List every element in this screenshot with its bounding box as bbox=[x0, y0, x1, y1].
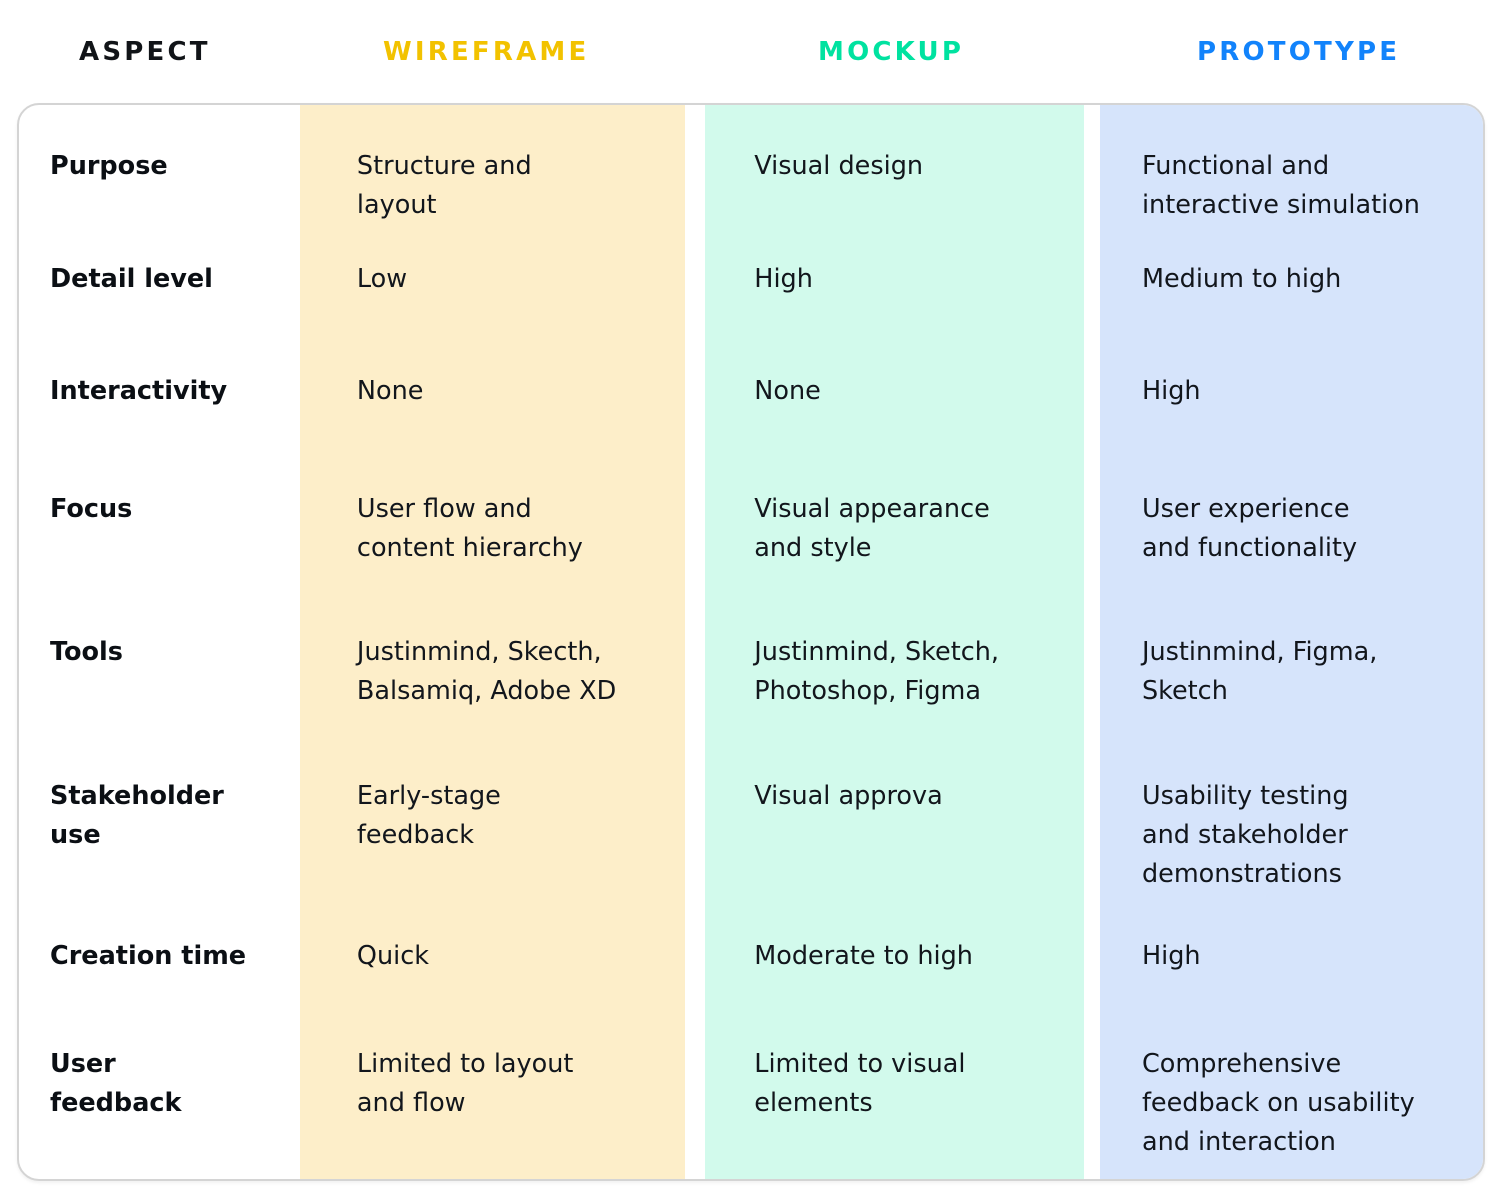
cell-prototype: High bbox=[1141, 941, 1201, 971]
cell-prototype: High bbox=[1141, 376, 1201, 406]
cell-aspect: User feedback bbox=[50, 1049, 182, 1118]
table-row: Purpose Structure and layout Visual design… bbox=[19, 147, 1483, 225]
cell-wireframe: Structure and layout bbox=[356, 151, 532, 220]
cell-mockup: High bbox=[754, 264, 813, 294]
cell-prototype: User experience and functionality bbox=[1141, 494, 1358, 563]
cell-mockup: Visual design bbox=[754, 151, 924, 181]
cell-mockup: Justinmind, Sketch, Photoshop, Figma bbox=[754, 637, 999, 706]
table-body: Purpose Structure and layout Visual design… bbox=[19, 105, 1483, 1179]
cell-prototype: Comprehensive feedback on usability and … bbox=[1141, 1049, 1415, 1157]
cell-mockup: Visual approva bbox=[754, 781, 943, 811]
cell-prototype: Medium to high bbox=[1141, 264, 1342, 294]
cell-mockup: Moderate to high bbox=[754, 941, 973, 971]
cell-wireframe: Justinmind, Skecth, Balsamiq, Adobe XD bbox=[356, 637, 617, 706]
cell-aspect: Purpose bbox=[50, 151, 168, 181]
cell-mockup: Limited to visual elements bbox=[754, 1049, 966, 1118]
table-row: Stakeholder use Early-stage feedback Visua… bbox=[19, 777, 1483, 893]
cell-prototype: Justinmind, Figma, Sketch bbox=[1141, 637, 1378, 706]
cell-wireframe: None bbox=[356, 376, 424, 406]
cell-aspect: Detail level bbox=[50, 264, 213, 294]
table-row: Creation time Quick Moderate to high High bbox=[19, 937, 1483, 976]
table-row: Focus User flow and content hierarchy Visu… bbox=[19, 490, 1483, 568]
comparison-table-page: ASPECT WIREFRAME MOCKUP PROTOTYPE Purpos… bbox=[0, 0, 1500, 1200]
cell-wireframe: Limited to layout and flow bbox=[356, 1049, 574, 1118]
column-header-wireframe: WIREFRAME bbox=[383, 36, 590, 67]
cell-wireframe: Low bbox=[356, 264, 408, 294]
table-row: User feedback Limited to layout and flow L… bbox=[19, 1045, 1483, 1161]
table-header-row: ASPECT WIREFRAME MOCKUP PROTOTYPE bbox=[17, 0, 1485, 103]
cell-prototype: Functional and interactive simulation bbox=[1141, 151, 1420, 220]
cell-prototype: Usability testing and stakeholder demons… bbox=[1141, 781, 1349, 889]
cell-mockup: None bbox=[754, 376, 821, 406]
column-header-prototype: PROTOTYPE bbox=[1197, 36, 1401, 67]
cell-mockup: Visual appearance and style bbox=[754, 494, 990, 563]
column-header-aspect: ASPECT bbox=[79, 36, 211, 67]
cell-wireframe: Early-stage feedback bbox=[356, 781, 501, 850]
table-row: Interactivity None None High bbox=[19, 372, 1483, 411]
cell-aspect: Tools bbox=[50, 637, 123, 667]
column-header-mockup: MOCKUP bbox=[818, 36, 965, 67]
cell-wireframe: User flow and content hierarchy bbox=[356, 494, 583, 563]
cell-aspect: Focus bbox=[50, 494, 133, 524]
table-row: Detail level Low High Medium to high bbox=[19, 260, 1483, 299]
cell-wireframe: Quick bbox=[356, 941, 430, 971]
cell-aspect: Creation time bbox=[50, 941, 247, 971]
comparison-table-card: Purpose Structure and layout Visual design… bbox=[17, 103, 1485, 1181]
table-row: Tools Justinmind, Skecth, Balsamiq, Adobe… bbox=[19, 633, 1483, 711]
cell-aspect: Interactivity bbox=[50, 376, 228, 406]
cell-aspect: Stakeholder use bbox=[50, 781, 224, 850]
